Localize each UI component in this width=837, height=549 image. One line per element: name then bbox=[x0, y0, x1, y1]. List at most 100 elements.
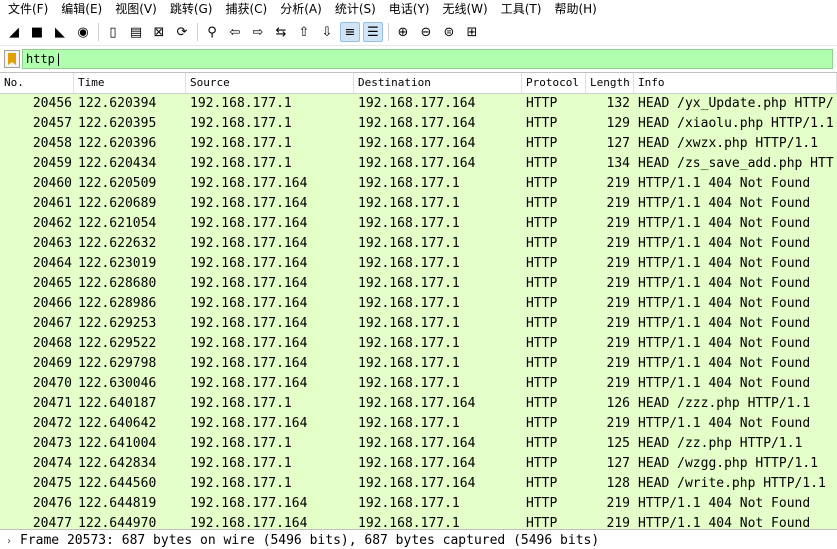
menu-item[interactable]: 分析(A) bbox=[276, 0, 331, 19]
packet-destination: 192.168.177.1 bbox=[358, 316, 460, 331]
packet-length: 125 bbox=[606, 436, 630, 451]
open-file-icon[interactable]: ▯ bbox=[103, 22, 123, 42]
column-header-protocol[interactable]: Protocol bbox=[522, 73, 586, 93]
column-header-info[interactable]: Info bbox=[634, 73, 837, 93]
menu-item[interactable]: 跳转(G) bbox=[166, 0, 222, 19]
packet-no: 20474 bbox=[32, 456, 72, 471]
autoscroll-icon[interactable]: ≡ bbox=[340, 22, 360, 42]
column-header-no[interactable]: No. bbox=[0, 73, 74, 93]
packet-row[interactable]: 20473 122.641004 192.168.177.1 192.168.177.… bbox=[0, 434, 837, 454]
filter-bookmark-icon[interactable] bbox=[4, 50, 20, 68]
menu-item[interactable]: 电话(Y) bbox=[385, 0, 439, 19]
go-back-icon[interactable]: ⇦ bbox=[225, 22, 245, 42]
packet-protocol: HTTP bbox=[526, 336, 558, 351]
save-file-icon[interactable]: ▤ bbox=[126, 22, 146, 42]
restart-icon[interactable]: ◣ bbox=[50, 22, 70, 42]
packet-row[interactable]: 20476 122.644819 192.168.177.164 192.168.17… bbox=[0, 494, 837, 514]
resize-columns-icon[interactable]: ⊞ bbox=[462, 22, 482, 42]
menu-item[interactable]: 无线(W) bbox=[439, 0, 497, 19]
packet-info: HEAD /xiaolu.php HTTP/1.1 bbox=[638, 116, 834, 131]
packet-info: HEAD /zzz.php HTTP/1.1 bbox=[638, 396, 811, 411]
go-first-icon[interactable]: ⇧ bbox=[294, 22, 314, 42]
packet-destination: 192.168.177.1 bbox=[358, 176, 460, 191]
packet-no: 20459 bbox=[32, 156, 72, 171]
packet-row[interactable]: 20463 122.622632 192.168.177.164 192.168.17… bbox=[0, 234, 837, 254]
zoom-normal-icon[interactable]: ⊜ bbox=[439, 22, 459, 42]
display-filter-input[interactable]: http| bbox=[22, 49, 833, 69]
packet-no: 20469 bbox=[32, 356, 72, 371]
column-header-source[interactable]: Source bbox=[186, 73, 354, 93]
packet-row[interactable]: 20465 122.628680 192.168.177.164 192.168.17… bbox=[0, 274, 837, 294]
packet-time: 122.628680 bbox=[78, 276, 157, 291]
packet-row[interactable]: 20468 122.629522 192.168.177.164 192.168.17… bbox=[0, 334, 837, 354]
packet-no: 20476 bbox=[32, 496, 72, 511]
packet-length: 219 bbox=[606, 256, 630, 271]
packet-destination: 192.168.177.164 bbox=[358, 96, 476, 111]
packet-row[interactable]: 20457 122.620395 192.168.177.1 192.168.177.… bbox=[0, 114, 837, 134]
go-last-icon[interactable]: ⇩ bbox=[317, 22, 337, 42]
packet-row[interactable]: 20462 122.621054 192.168.177.164 192.168.17… bbox=[0, 214, 837, 234]
packet-destination: 192.168.177.1 bbox=[358, 216, 460, 231]
packet-row[interactable]: 20471 122.640187 192.168.177.1 192.168.177.… bbox=[0, 394, 837, 414]
packet-protocol: HTTP bbox=[526, 256, 558, 271]
packet-length: 219 bbox=[606, 216, 630, 231]
menu-item[interactable]: 工具(T) bbox=[497, 0, 551, 19]
packet-info: HEAD /yx_Update.php HTTP/ bbox=[638, 96, 834, 111]
close-file-icon[interactable]: ⊠ bbox=[149, 22, 169, 42]
options-gear-icon[interactable]: ◉ bbox=[73, 22, 93, 42]
shark-fin-start-icon[interactable]: ◢ bbox=[4, 22, 24, 42]
packet-row[interactable]: 20461 122.620689 192.168.177.164 192.168.17… bbox=[0, 194, 837, 214]
go-forward-icon[interactable]: ⇨ bbox=[248, 22, 268, 42]
packet-time: 122.644560 bbox=[78, 476, 157, 491]
packet-info: HEAD /zz.php HTTP/1.1 bbox=[638, 436, 803, 451]
column-header-length[interactable]: Length bbox=[586, 73, 634, 93]
packet-length: 219 bbox=[606, 316, 630, 331]
stop-icon[interactable]: ■ bbox=[27, 22, 47, 42]
menu-item[interactable]: 统计(S) bbox=[331, 0, 385, 19]
column-header-time[interactable]: Time bbox=[74, 73, 186, 93]
packet-row[interactable]: 20458 122.620396 192.168.177.1 192.168.177.… bbox=[0, 134, 837, 154]
packet-source: 192.168.177.164 bbox=[190, 416, 308, 431]
packet-row[interactable]: 20474 122.642834 192.168.177.1 192.168.177.… bbox=[0, 454, 837, 474]
packet-row[interactable]: 20460 122.620509 192.168.177.164 192.168.17… bbox=[0, 174, 837, 194]
packet-info: HTTP/1.1 404 Not Found bbox=[638, 276, 811, 291]
menu-item[interactable]: 捕获(C) bbox=[221, 0, 276, 19]
menu-item[interactable]: 编辑(E) bbox=[57, 0, 111, 19]
menu-item[interactable]: 视图(V) bbox=[111, 0, 166, 19]
go-to-packet-icon[interactable]: ⇆ bbox=[271, 22, 291, 42]
packet-time: 122.620509 bbox=[78, 176, 157, 191]
frame-summary[interactable]: Frame 20573: 687 bytes on wire (5496 bit… bbox=[20, 533, 599, 548]
reload-icon[interactable]: ⟳ bbox=[172, 22, 192, 42]
packet-length: 219 bbox=[606, 336, 630, 351]
packet-no: 20462 bbox=[32, 216, 72, 231]
zoom-in-icon[interactable]: ⊕ bbox=[393, 22, 413, 42]
find-packet-icon[interactable]: ⚲ bbox=[202, 22, 222, 42]
packet-protocol: HTTP bbox=[526, 196, 558, 211]
packet-row[interactable]: 20472 122.640642 192.168.177.164 192.168.17… bbox=[0, 414, 837, 434]
colorize-icon[interactable]: ☰ bbox=[363, 22, 383, 42]
packet-source: 192.168.177.164 bbox=[190, 196, 308, 211]
packet-row[interactable]: 20470 122.630046 192.168.177.164 192.168.17… bbox=[0, 374, 837, 394]
column-header-destination[interactable]: Destination bbox=[354, 73, 522, 93]
packet-row[interactable]: 20467 122.629253 192.168.177.164 192.168.17… bbox=[0, 314, 837, 334]
packet-protocol: HTTP bbox=[526, 396, 558, 411]
menu-item[interactable]: 帮助(H) bbox=[550, 0, 605, 19]
expand-arrow-icon[interactable]: › bbox=[0, 531, 20, 549]
menu-item[interactable]: 文件(F) bbox=[4, 0, 57, 19]
zoom-out-icon[interactable]: ⊖ bbox=[416, 22, 436, 42]
packet-row[interactable]: 20464 122.623019 192.168.177.164 192.168.17… bbox=[0, 254, 837, 274]
packet-source: 192.168.177.1 bbox=[190, 156, 292, 171]
packet-no: 20461 bbox=[32, 196, 72, 211]
toolbar-separator bbox=[197, 23, 198, 41]
packet-source: 192.168.177.1 bbox=[190, 436, 292, 451]
packet-row[interactable]: 20469 122.629798 192.168.177.164 192.168.17… bbox=[0, 354, 837, 374]
packet-info: HTTP/1.1 404 Not Found bbox=[638, 496, 811, 511]
packet-destination: 192.168.177.1 bbox=[358, 336, 460, 351]
packet-row[interactable]: 20475 122.644560 192.168.177.1 192.168.177.… bbox=[0, 474, 837, 494]
packet-row[interactable]: 20466 122.628986 192.168.177.164 192.168.17… bbox=[0, 294, 837, 314]
packet-row[interactable]: 20456 122.620394 192.168.177.1 192.168.177.… bbox=[0, 94, 837, 114]
packet-length: 127 bbox=[606, 456, 630, 471]
packet-info: HEAD /zs_save_add.php HTT bbox=[638, 156, 834, 171]
packet-time: 122.629798 bbox=[78, 356, 157, 371]
packet-row[interactable]: 20459 122.620434 192.168.177.1 192.168.177.… bbox=[0, 154, 837, 174]
